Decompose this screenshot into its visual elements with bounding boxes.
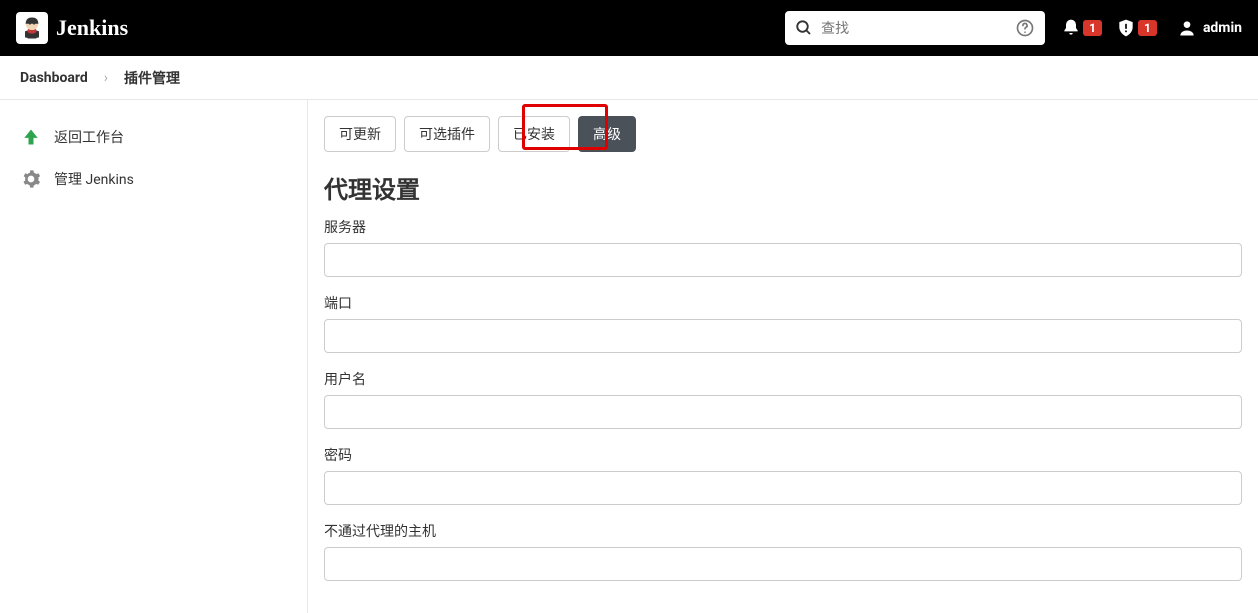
tab-advanced[interactable]: 高级 [578, 116, 636, 152]
input-server[interactable] [324, 243, 1242, 277]
user-menu[interactable]: admin [1177, 18, 1242, 38]
brand-name: Jenkins [56, 15, 128, 41]
shield-alert-icon [1116, 18, 1136, 38]
gear-icon [20, 168, 42, 190]
search-box[interactable] [785, 11, 1045, 45]
header-bar: Jenkins 1 1 [0, 0, 1258, 56]
sidebar-item-back[interactable]: 返回工作台 [0, 116, 307, 158]
section-title: 代理设置 [324, 170, 1242, 205]
main-content: 可更新 可选插件 已安装 高级 代理设置 服务器 端口 用户名 密码 不通过代理… [308, 100, 1258, 613]
label-password: 密码 [324, 445, 1242, 465]
form-group-server: 服务器 [324, 217, 1242, 277]
sidebar-item-label: 管理 Jenkins [54, 169, 134, 189]
search-input[interactable] [821, 20, 1007, 36]
tab-installed[interactable]: 已安装 [498, 116, 570, 152]
breadcrumb-plugin-manager[interactable]: 插件管理 [124, 68, 180, 88]
bell-icon [1061, 18, 1081, 38]
header-icons: 1 1 admin [1061, 18, 1242, 38]
help-icon[interactable] [1015, 18, 1035, 38]
form-group-username: 用户名 [324, 369, 1242, 429]
search-icon [795, 19, 813, 37]
tab-updates[interactable]: 可更新 [324, 116, 396, 152]
form-group-noproxy: 不通过代理的主机 [324, 521, 1242, 581]
user-icon [1177, 18, 1197, 38]
input-port[interactable] [324, 319, 1242, 353]
sidebar-item-label: 返回工作台 [54, 127, 124, 147]
tab-available[interactable]: 可选插件 [404, 116, 490, 152]
label-port: 端口 [324, 293, 1242, 313]
sidebar-item-manage[interactable]: 管理 Jenkins [0, 158, 307, 200]
input-password[interactable] [324, 471, 1242, 505]
username-label: admin [1203, 20, 1242, 36]
input-noproxy[interactable] [324, 547, 1242, 581]
up-arrow-icon [20, 126, 42, 148]
alerts-badge: 1 [1138, 20, 1157, 36]
alerts-button[interactable]: 1 [1116, 18, 1157, 38]
breadcrumb-dashboard[interactable]: Dashboard [20, 70, 88, 86]
notifications-badge: 1 [1083, 20, 1102, 36]
breadcrumb: Dashboard › 插件管理 [0, 56, 1258, 100]
input-username[interactable] [324, 395, 1242, 429]
form-group-port: 端口 [324, 293, 1242, 353]
label-noproxy: 不通过代理的主机 [324, 521, 1242, 541]
form-group-password: 密码 [324, 445, 1242, 505]
logo-area[interactable]: Jenkins [16, 12, 128, 44]
notifications-button[interactable]: 1 [1061, 18, 1102, 38]
jenkins-logo-icon [16, 12, 48, 44]
sidebar: 返回工作台 管理 Jenkins [0, 100, 308, 613]
tabs: 可更新 可选插件 已安装 高级 [324, 116, 1242, 152]
chevron-right-icon: › [104, 70, 108, 86]
label-server: 服务器 [324, 217, 1242, 237]
label-username: 用户名 [324, 369, 1242, 389]
